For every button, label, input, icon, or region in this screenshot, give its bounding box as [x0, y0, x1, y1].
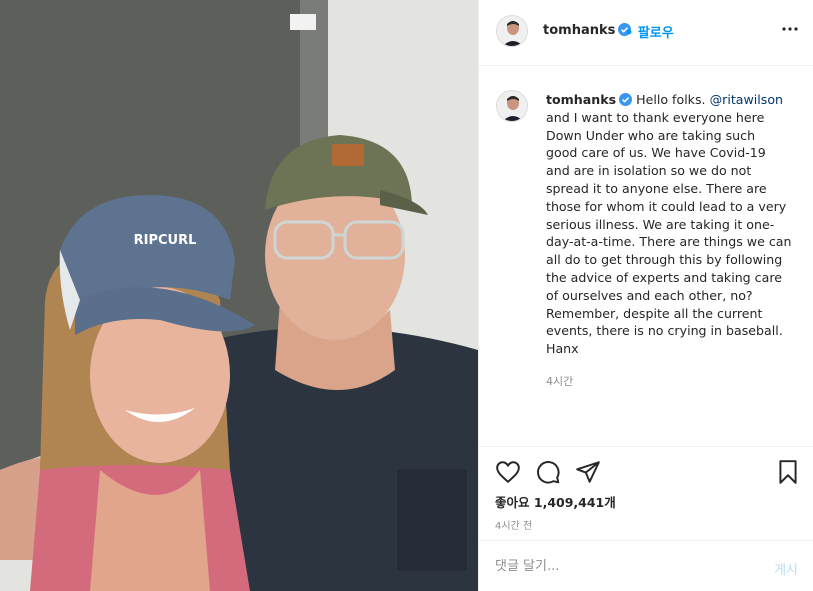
- avatar[interactable]: [496, 15, 528, 47]
- follow-link[interactable]: • 팔로우: [625, 22, 674, 41]
- caption-time-ago: 4시간: [546, 375, 574, 388]
- share-icon[interactable]: [575, 459, 601, 485]
- caption-line: Remember, despite all the current: [546, 305, 763, 321]
- follow-separator: •: [625, 26, 634, 41]
- post-comment-button[interactable]: 게시: [774, 559, 798, 578]
- comment-bar: 게시: [479, 540, 813, 591]
- caption-intro: Hello folks.: [636, 92, 706, 107]
- caption-username[interactable]: tomhanks: [546, 92, 616, 107]
- caption-line: good care of us. We have Covid-19: [546, 145, 766, 161]
- verified-icon: [619, 93, 633, 106]
- caption-line: and are in isolation so we do not: [546, 163, 752, 179]
- post-side-panel: tomhanks • 팔로우 tomhanks Hello folks. @ri…: [478, 0, 813, 591]
- more-icon[interactable]: [782, 26, 798, 32]
- caption-line: day-at-a-time. There are things we can: [546, 234, 792, 250]
- action-bar: 좋아요 1,409,441개 4시간 전: [479, 446, 813, 540]
- caption-line: Hanx: [546, 341, 579, 357]
- likes-count[interactable]: 좋아요 1,409,441개: [495, 492, 616, 511]
- caption-body: and I want to thank everyone here Down U…: [546, 109, 796, 358]
- post-header: tomhanks • 팔로우: [479, 0, 813, 66]
- caption-line: those for whom it could lead to a very: [546, 198, 787, 214]
- caption-line: and I want to thank everyone here: [546, 109, 765, 125]
- caption-line: serious illness. We are taking it one-: [546, 216, 775, 232]
- follow-label[interactable]: 팔로우: [638, 26, 674, 41]
- cap-brand-text: RIPCURL: [134, 233, 197, 248]
- bookmark-icon[interactable]: [775, 459, 801, 485]
- post-timestamp[interactable]: 4시간 전: [495, 517, 532, 532]
- caption-line: the advice of experts and taking care: [546, 269, 782, 285]
- caption-line: Down Under who are taking such: [546, 127, 756, 143]
- photo-illustration: RIPCURL: [0, 0, 478, 591]
- caption-line: all do to get through this by following: [546, 252, 783, 268]
- comment-icon[interactable]: [535, 459, 561, 485]
- comment-input[interactable]: [495, 553, 745, 579]
- caption-line: of ourselves and each other, no?: [546, 287, 753, 303]
- caption-avatar[interactable]: [496, 90, 528, 122]
- username-text[interactable]: tomhanks: [543, 23, 615, 38]
- header-username[interactable]: tomhanks: [543, 23, 632, 38]
- likes-value: 1,409,441개: [533, 495, 616, 510]
- mention-link[interactable]: @ritawilson: [710, 92, 783, 107]
- caption-line: spread it to anyone else. There are: [546, 180, 767, 196]
- post-photo[interactable]: RIPCURL: [0, 0, 478, 591]
- heart-icon[interactable]: [495, 459, 521, 485]
- caption-text: tomhanks Hello folks. @ritawilson and I …: [546, 91, 796, 358]
- caption-section: tomhanks Hello folks. @ritawilson and I …: [479, 66, 813, 446]
- caption-line: events, there is no crying in baseball.: [546, 323, 783, 339]
- likes-label: 좋아요: [495, 495, 530, 510]
